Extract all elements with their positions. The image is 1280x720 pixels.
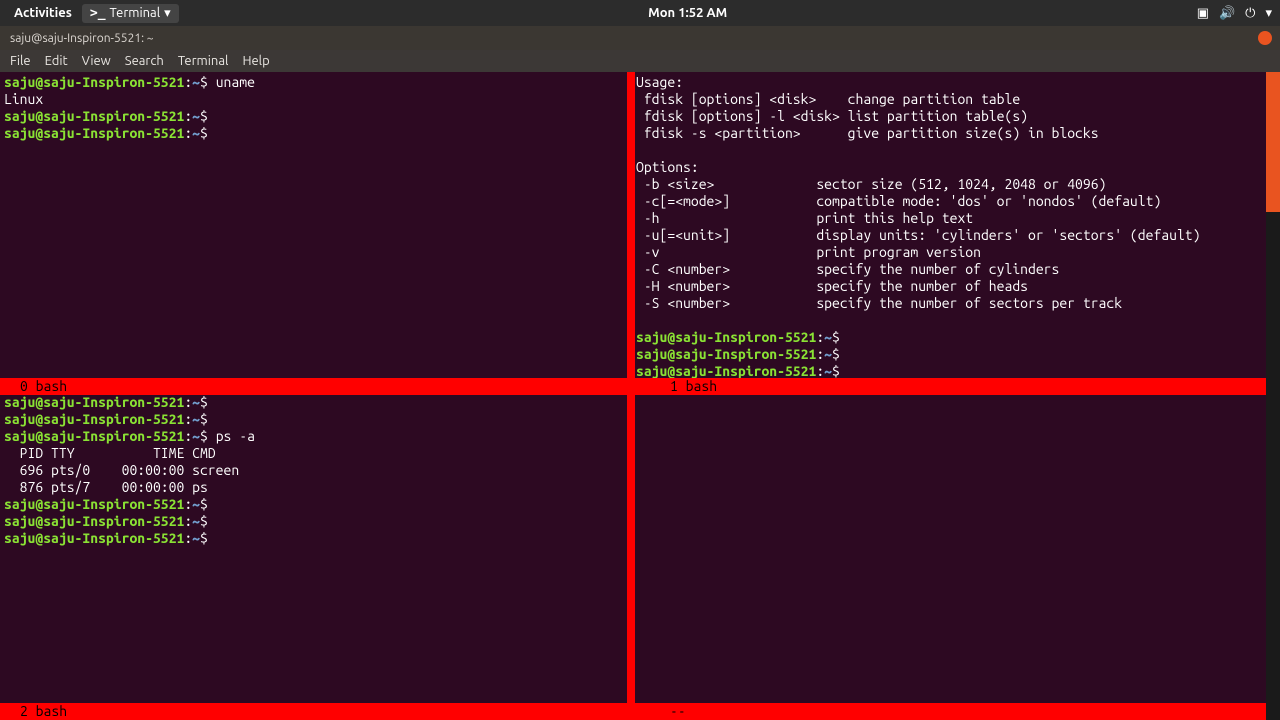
tab-2-bash[interactable]: 2 bash: [0, 703, 77, 720]
menu-file[interactable]: File: [4, 54, 37, 68]
power-icon[interactable]: ⏻: [1245, 6, 1255, 21]
screen-icon[interactable]: ▣: [1197, 6, 1209, 21]
status-right: --: [650, 703, 696, 720]
window-titlebar[interactable]: saju@saju-Inspiron-5521: ~: [0, 26, 1280, 50]
app-name: Terminal: [110, 6, 161, 20]
terminal-icon: >_: [90, 6, 106, 21]
menubar: File Edit View Search Terminal Help: [0, 50, 1280, 72]
scrollbar-thumb[interactable]: [1266, 72, 1280, 212]
pane-top-left[interactable]: saju@saju-Inspiron-5521:~$ uname Linux s…: [4, 74, 626, 378]
scrollbar[interactable]: [1266, 72, 1280, 720]
menu-terminal[interactable]: Terminal: [172, 54, 235, 68]
chevron-down-icon: ▾: [164, 6, 171, 21]
menu-search[interactable]: Search: [119, 54, 170, 68]
tmux-tab-bar-mid: 0 bash 1 bash: [0, 378, 1280, 395]
tmux-vertical-divider: [627, 72, 635, 720]
menu-edit[interactable]: Edit: [39, 54, 74, 68]
topbar-left: Activities >_ Terminal ▾: [8, 4, 179, 23]
app-menu[interactable]: >_ Terminal ▾: [82, 4, 179, 23]
gnome-topbar: Activities >_ Terminal ▾ Mon 1:52 AM ▣ 🔊…: [0, 0, 1280, 26]
pane-top-right[interactable]: Usage: fdisk [options] <disk> change par…: [636, 74, 1260, 378]
pane-bottom-left[interactable]: saju@saju-Inspiron-5521:~$ saju@saju-Ins…: [4, 394, 626, 702]
activities-button[interactable]: Activities: [8, 6, 78, 20]
menu-view[interactable]: View: [76, 54, 117, 68]
tab-0-bash[interactable]: 0 bash: [0, 378, 77, 395]
pane-bottom-right[interactable]: [636, 394, 1260, 702]
terminal-area[interactable]: saju@saju-Inspiron-5521:~$ uname Linux s…: [0, 72, 1280, 720]
system-tray[interactable]: ▣ 🔊 ⏻ ▾: [1197, 6, 1272, 21]
tmux-status-bar: 2 bash --: [0, 703, 1280, 720]
chevron-down-icon[interactable]: ▾: [1265, 6, 1272, 21]
close-icon[interactable]: [1258, 31, 1272, 45]
volume-icon[interactable]: 🔊: [1219, 6, 1235, 21]
menu-help[interactable]: Help: [236, 54, 275, 68]
clock[interactable]: Mon 1:52 AM: [179, 6, 1197, 20]
tab-1-bash[interactable]: 1 bash: [650, 378, 727, 395]
window-title-text: saju@saju-Inspiron-5521: ~: [10, 32, 154, 45]
